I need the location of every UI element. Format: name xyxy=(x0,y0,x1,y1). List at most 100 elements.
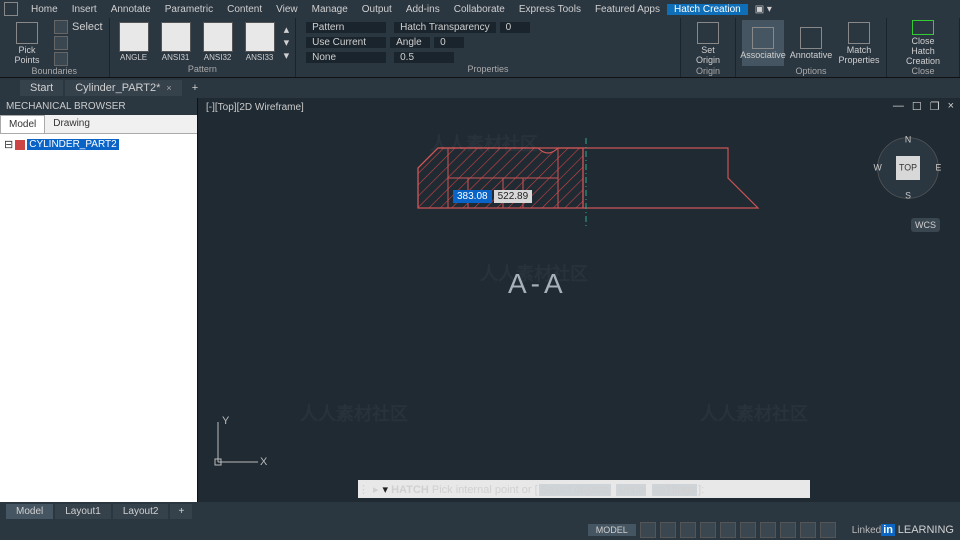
ribbon-group-properties: Pattern Hatch Transparency 0 Use Current An… xyxy=(296,18,681,77)
associative-button[interactable]: Associative xyxy=(742,20,784,66)
cmd-name: HATCH xyxy=(391,484,429,496)
browser-title: MECHANICAL BROWSER xyxy=(0,98,197,115)
grid-icon[interactable] xyxy=(640,522,656,538)
pattern-ansi31[interactable]: ANSI31 xyxy=(158,22,194,62)
close-viewport-icon[interactable]: × xyxy=(948,100,954,113)
menu-addins[interactable]: Add-ins xyxy=(399,4,447,15)
menu-annotate[interactable]: Annotate xyxy=(104,4,158,15)
drawing-canvas[interactable]: [-][Top][2D Wireframe] — ☐ ❐ × 383.08 52… xyxy=(198,98,960,502)
menu-hatch-creation[interactable]: Hatch Creation xyxy=(667,4,748,15)
anno-icon[interactable] xyxy=(780,522,796,538)
layout-model[interactable]: Model xyxy=(6,504,53,519)
polar-icon[interactable] xyxy=(700,522,716,538)
menu-manage[interactable]: Manage xyxy=(305,4,355,15)
select-icon xyxy=(54,20,68,34)
tree-item[interactable]: ⊟ CYLINDER_PART2 xyxy=(4,138,193,151)
browser-tab-drawing[interactable]: Drawing xyxy=(45,115,98,133)
model-space-toggle[interactable]: MODEL xyxy=(588,524,636,536)
transparency-field[interactable]: Hatch Transparency xyxy=(394,22,496,33)
pattern-ansi32[interactable]: ANSI32 xyxy=(200,22,236,62)
menu-output[interactable]: Output xyxy=(355,4,399,15)
cmd-opt-settings[interactable]: seTtings xyxy=(652,484,698,496)
osnap-icon[interactable] xyxy=(720,522,736,538)
command-line[interactable]: ⋮ ▸ ▾ HATCH Pick internal point or [Sele… xyxy=(358,480,810,498)
tab-close-icon[interactable]: × xyxy=(166,83,171,93)
wcs-badge[interactable]: WCS xyxy=(911,218,940,232)
group-label: Options xyxy=(742,66,880,77)
pattern-expand[interactable]: ▾ xyxy=(284,49,290,62)
color-dropdown[interactable]: Use Current xyxy=(306,37,386,48)
view-cube[interactable]: TOP N S E W xyxy=(868,128,948,208)
layer-dropdown[interactable]: None xyxy=(306,52,386,63)
menu-view[interactable]: View xyxy=(269,4,305,15)
remove-icon xyxy=(54,36,68,50)
associative-icon xyxy=(752,27,774,49)
group-label: Properties xyxy=(302,64,674,75)
lineweight-icon[interactable] xyxy=(760,522,776,538)
menu-collaborate[interactable]: Collaborate xyxy=(447,4,512,15)
cmd-handle-icon[interactable]: ⋮ xyxy=(358,483,369,496)
layout-add[interactable]: + xyxy=(170,504,192,519)
group-label: Close xyxy=(893,66,953,77)
set-origin-button[interactable]: Set Origin xyxy=(687,20,729,66)
angle-label: Angle xyxy=(390,37,430,48)
pick-points-button[interactable]: Pick Points xyxy=(6,20,48,66)
snap-icon[interactable] xyxy=(660,522,676,538)
tab-new[interactable]: + xyxy=(184,80,206,96)
layout1[interactable]: Layout1 xyxy=(55,504,111,519)
browser-tree[interactable]: ⊟ CYLINDER_PART2 xyxy=(0,134,197,502)
pattern-swatch-icon xyxy=(119,22,149,52)
workspace-icon[interactable] xyxy=(800,522,816,538)
select-button[interactable]: Select xyxy=(54,20,103,34)
scale-value[interactable]: 0.5 xyxy=(394,52,454,63)
menu-overflow-icon[interactable]: ▣ ▾ xyxy=(748,4,779,15)
remove-button[interactable] xyxy=(54,36,103,50)
ribbon-group-pattern: ANGLE ANSI31 ANSI32 ANSI33 ▴▾▾ Pattern xyxy=(110,18,297,77)
maximize-icon[interactable]: ☐ xyxy=(912,100,922,113)
menu-express[interactable]: Express Tools xyxy=(512,4,588,15)
ortho-icon[interactable] xyxy=(680,522,696,538)
document-tabs: Start Cylinder_PART2*× + xyxy=(0,78,960,98)
annotative-button[interactable]: Annotative xyxy=(790,20,832,66)
pattern-angle[interactable]: ANGLE xyxy=(116,22,152,62)
hatch-type-dropdown[interactable]: Pattern xyxy=(306,22,386,33)
match-icon xyxy=(848,22,870,44)
tab-file[interactable]: Cylinder_PART2*× xyxy=(65,80,181,96)
group-label: Boundaries xyxy=(6,66,103,77)
cmd-opt-select[interactable]: Select objects xyxy=(539,484,611,496)
recreate-button[interactable] xyxy=(54,52,103,66)
match-properties-button[interactable]: Match Properties xyxy=(838,20,880,66)
minimize-icon[interactable]: — xyxy=(893,100,904,113)
dim-active[interactable]: 383.08 xyxy=(453,190,492,203)
restore-icon[interactable]: ❐ xyxy=(930,100,940,113)
angle-value[interactable]: 0 xyxy=(434,37,464,48)
app-logo-icon[interactable] xyxy=(4,2,18,16)
layout2[interactable]: Layout2 xyxy=(113,504,169,519)
pattern-ansi33[interactable]: ANSI33 xyxy=(242,22,278,62)
cmd-opt-undo[interactable]: Undo xyxy=(616,484,646,496)
menu-home[interactable]: Home xyxy=(24,4,65,15)
svg-text:E: E xyxy=(935,162,941,172)
browser-tabs: Model Drawing xyxy=(0,115,197,134)
viewport-label[interactable]: [-][Top][2D Wireframe] xyxy=(206,102,304,113)
browser-tab-model[interactable]: Model xyxy=(0,115,45,133)
ucs-icon[interactable]: Y X xyxy=(208,412,268,472)
viewport-controls: — ☐ ❐ × xyxy=(893,100,954,113)
ribbon-group-boundaries: Pick Points Select Boundaries xyxy=(0,18,110,77)
svg-text:X: X xyxy=(260,456,268,468)
transparency-value[interactable]: 0 xyxy=(500,22,530,33)
menu-insert[interactable]: Insert xyxy=(65,4,104,15)
dynamic-dimensions: 383.08 522.89 xyxy=(453,190,532,203)
customize-icon[interactable] xyxy=(820,522,836,538)
pattern-scroll-down[interactable]: ▾ xyxy=(284,36,290,49)
menu-featured[interactable]: Featured Apps xyxy=(588,4,667,15)
origin-icon xyxy=(697,22,719,44)
dim-second: 522.89 xyxy=(494,190,533,203)
otrack-icon[interactable] xyxy=(740,522,756,538)
tab-start[interactable]: Start xyxy=(20,80,63,96)
menu-parametric[interactable]: Parametric xyxy=(158,4,220,15)
pattern-scroll-up[interactable]: ▴ xyxy=(284,23,290,36)
linkedin-learning-logo: Linkedin LEARNING xyxy=(852,524,954,536)
menu-content[interactable]: Content xyxy=(220,4,269,15)
close-hatch-button[interactable]: Close Hatch Creation xyxy=(893,20,953,66)
